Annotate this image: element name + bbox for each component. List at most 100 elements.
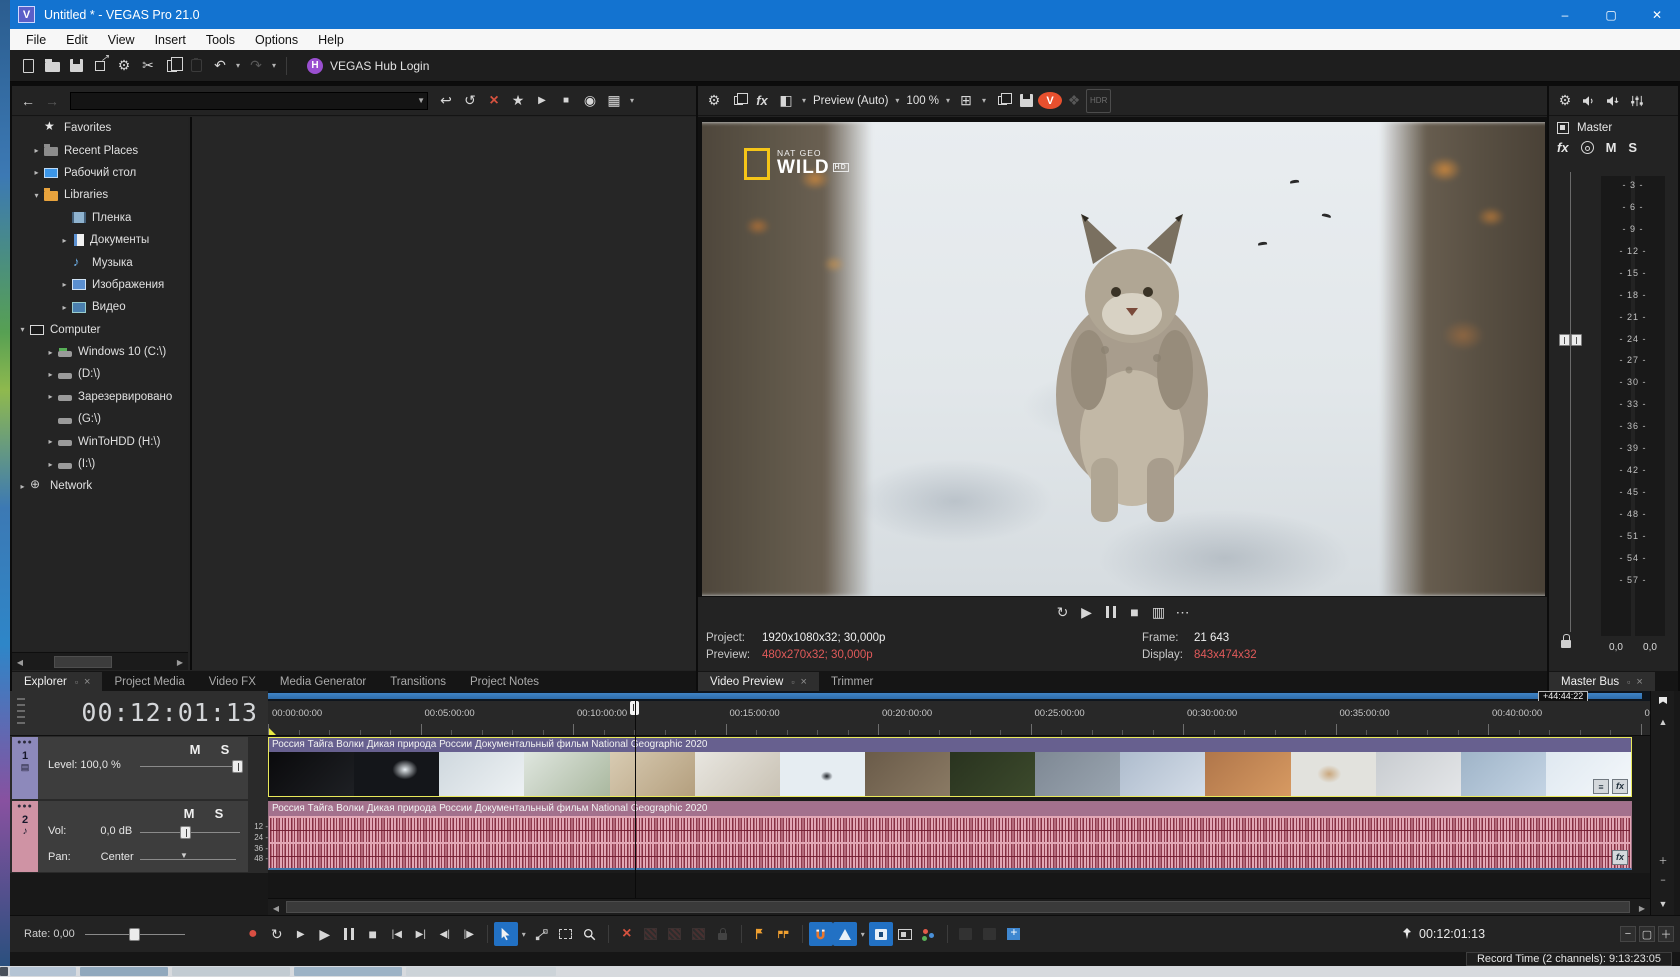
windows-taskbar[interactable]	[0, 966, 1680, 977]
tab-project-notes[interactable]: Project Notes	[458, 672, 551, 691]
expander-icon[interactable]: ▸	[30, 146, 43, 155]
audio-track-row[interactable]: Россия Тайга Волки Дикая природа России …	[268, 800, 1650, 873]
tree-item-музыка[interactable]: Музыка	[12, 251, 188, 273]
audio-track-header[interactable]: ●●● 2 ♪ M S Vol: 0,0 dB Pan: Center ▼ 12…	[10, 800, 268, 873]
vol-value[interactable]: 0,0 dB	[100, 825, 132, 837]
copy-snapshot-button[interactable]	[990, 89, 1014, 113]
timeline-horizontal-scrollbar[interactable]: ◀ ▶	[268, 898, 1650, 915]
paste-button[interactable]	[184, 54, 208, 78]
split-trim-button[interactable]	[687, 922, 711, 946]
pan-slider-track[interactable]	[140, 859, 236, 860]
menu-tools[interactable]: Tools	[196, 29, 245, 50]
tree-item--d-[interactable]: ▸ (D:\)	[12, 363, 188, 385]
tree-item-windows-10-c-[interactable]: ▸ Windows 10 (C:\)	[12, 341, 188, 363]
tree-item-видео[interactable]: ▸ Видео	[12, 296, 188, 318]
play-button[interactable]: ▶	[313, 922, 337, 946]
save-button[interactable]	[64, 54, 88, 78]
up-one-level-button[interactable]: ↩	[434, 89, 458, 113]
video-event[interactable]: Россия Тайга Волки Дикая природа России …	[268, 737, 1632, 797]
level-slider-track[interactable]	[140, 766, 240, 767]
play-from-start-button[interactable]: ▶	[289, 922, 313, 946]
audio-track-strip[interactable]: ●●● 2 ♪	[12, 801, 38, 872]
master-plugin-icon[interactable]	[1580, 141, 1594, 154]
tree-item--i-[interactable]: ▸ (I:\)	[12, 453, 188, 475]
tree-item-computer[interactable]: ▾ Computer	[12, 319, 188, 341]
expander-icon[interactable]: ▾	[30, 191, 43, 200]
lock-event-button[interactable]	[711, 922, 735, 946]
timecode-display[interactable]: 00:12:01:13	[81, 698, 258, 727]
timeline-overview-bar[interactable]: +44:44:22	[268, 691, 1650, 702]
preview-quality-dropdown[interactable]: Preview (Auto)	[810, 89, 891, 113]
tab-trimmer[interactable]: Trimmer	[819, 672, 885, 691]
expander-icon[interactable]: ▾	[16, 325, 29, 334]
scroll-right-icon[interactable]: ▶	[172, 653, 188, 671]
pause-button[interactable]	[1099, 600, 1123, 624]
back-button[interactable]: ←	[16, 89, 40, 113]
tree-item-recent-places[interactable]: ▸ Recent Places	[12, 139, 188, 161]
scrollbar-thumb[interactable]	[54, 656, 112, 668]
tab-video-preview[interactable]: Video Preview ▫ ×	[698, 672, 819, 691]
empty-track-area[interactable]	[268, 873, 1650, 898]
edit-tool-dropdown[interactable]: ▾	[518, 922, 530, 946]
mixer-preferences-button[interactable]	[1625, 89, 1649, 113]
expander-icon[interactable]: ▸	[58, 303, 71, 312]
zoom-level-dropdown[interactable]: 100 %	[903, 89, 942, 113]
zoom-level-caret[interactable]: ▾	[942, 89, 954, 113]
properties-button[interactable]: ⚙	[112, 54, 136, 78]
scroll-down-icon[interactable]: ▼	[1653, 895, 1673, 913]
grid-overlay-dropdown[interactable]: ▾	[978, 89, 990, 113]
copy-button[interactable]	[160, 54, 184, 78]
forward-button[interactable]: →	[40, 89, 64, 113]
preview-quality-caret[interactable]: ▾	[891, 89, 903, 113]
expander-icon[interactable]: ▸	[44, 437, 57, 446]
tree-item-libraries[interactable]: ▾ Libraries	[12, 184, 188, 206]
expander-icon[interactable]: ▸	[58, 280, 71, 289]
tree-item--g-[interactable]: (G:\)	[12, 408, 188, 430]
insert-marker-button[interactable]	[748, 922, 772, 946]
stop-button[interactable]: ■	[1123, 600, 1147, 624]
loop-playback-button[interactable]: ↻	[1051, 600, 1075, 624]
insert-region-button[interactable]	[772, 922, 796, 946]
go-to-start-button[interactable]: |◀	[385, 922, 409, 946]
undo-button[interactable]: ↶	[208, 54, 232, 78]
address-combo[interactable]: ▼	[70, 91, 428, 110]
split-screen-dropdown[interactable]: ▾	[798, 89, 810, 113]
tab-explorer[interactable]: Explorer ▫ ×	[12, 672, 103, 691]
close-icon[interactable]: ×	[801, 676, 807, 688]
maximize-button[interactable]: ▢	[1588, 0, 1634, 29]
cut-button[interactable]: ✂	[136, 54, 160, 78]
meter-lock-icon[interactable]	[1561, 634, 1571, 648]
tree-item-рабочий-стол[interactable]: ▸ Рабочий стол	[12, 162, 188, 184]
go-to-end-button[interactable]: ▶|	[409, 922, 433, 946]
split-screen-view-button[interactable]: ◧	[774, 89, 798, 113]
audio-solo-button[interactable]: S	[208, 805, 230, 822]
auto-ripple-dropdown[interactable]: ▾	[857, 922, 869, 946]
master-fx-button[interactable]: fx	[1557, 140, 1569, 155]
grid-overlay-button[interactable]: ⊞	[954, 89, 978, 113]
menu-view[interactable]: View	[98, 29, 145, 50]
redo-dropdown[interactable]: ▾	[268, 54, 280, 78]
minimize-button[interactable]: –	[1542, 0, 1588, 29]
float-window-icon[interactable]: ▫	[75, 677, 78, 687]
video-mute-button[interactable]: M	[184, 741, 206, 758]
expander-icon[interactable]: ▸	[30, 168, 43, 177]
rate-slider-track[interactable]	[84, 927, 185, 941]
event-pan-crop-button[interactable]: ≡	[1593, 779, 1609, 794]
menu-help[interactable]: Help	[308, 29, 354, 50]
ignore-event-grouping-button[interactable]	[893, 922, 917, 946]
audio-event[interactable]: Россия Тайга Волки Дикая природа России …	[268, 801, 1632, 870]
titlebar[interactable]: V Untitled * - VEGAS Pro 21.0 – ▢ ✕	[10, 0, 1680, 29]
master-fader-track[interactable]	[1570, 172, 1571, 632]
delete-button[interactable]: ×	[482, 89, 506, 113]
tab-master-bus[interactable]: Master Bus ▫ ×	[1549, 672, 1655, 691]
edit-tool-mini-icon[interactable]: ▢	[1639, 926, 1655, 942]
video-solo-button[interactable]: S	[214, 741, 236, 758]
stop-preview-button[interactable]: ■	[554, 89, 578, 113]
scroll-up-icon[interactable]: ▲	[1653, 713, 1673, 731]
vegas-hub-login-button[interactable]: H VEGAS Hub Login	[307, 57, 429, 74]
trim-start-button[interactable]	[639, 922, 663, 946]
tree-item-документы[interactable]: ▸ Документы	[12, 229, 188, 251]
audio-mute-button[interactable]: M	[178, 805, 200, 822]
tab-transitions[interactable]: Transitions	[378, 672, 458, 691]
level-value[interactable]: 100,0 %	[80, 759, 120, 771]
